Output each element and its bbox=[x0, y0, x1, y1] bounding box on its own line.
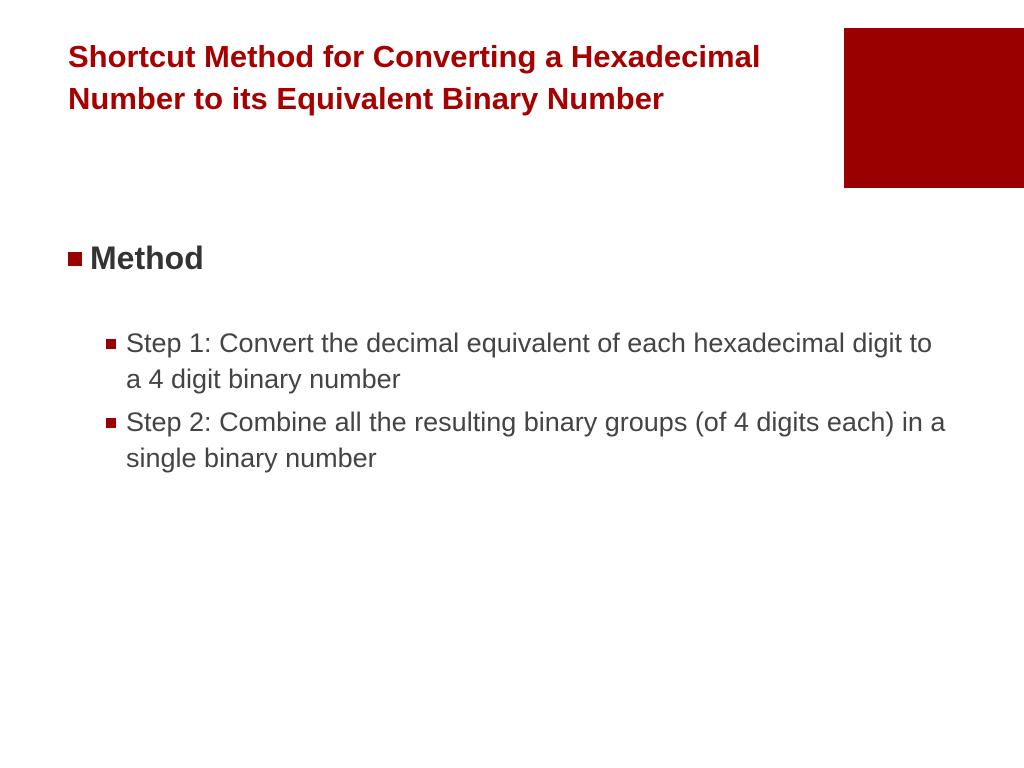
step-text: Step 2: Combine all the resulting binary… bbox=[126, 404, 948, 477]
bullet-marker-icon bbox=[68, 252, 82, 266]
slide-title: Shortcut Method for Converting a Hexadec… bbox=[68, 36, 788, 120]
step-text: Step 1: Convert the decimal equivalent o… bbox=[126, 325, 948, 398]
header-accent-box bbox=[844, 28, 1024, 188]
list-item: Step 1: Convert the decimal equivalent o… bbox=[106, 325, 948, 398]
section-heading: Method bbox=[90, 240, 204, 277]
list-item: Step 2: Combine all the resulting binary… bbox=[106, 404, 948, 477]
bullet-heading: Method bbox=[68, 240, 948, 277]
bullet-marker-icon bbox=[106, 339, 116, 349]
slide-content: Method Step 1: Convert the decimal equiv… bbox=[68, 240, 948, 483]
bullet-marker-icon bbox=[106, 418, 116, 428]
